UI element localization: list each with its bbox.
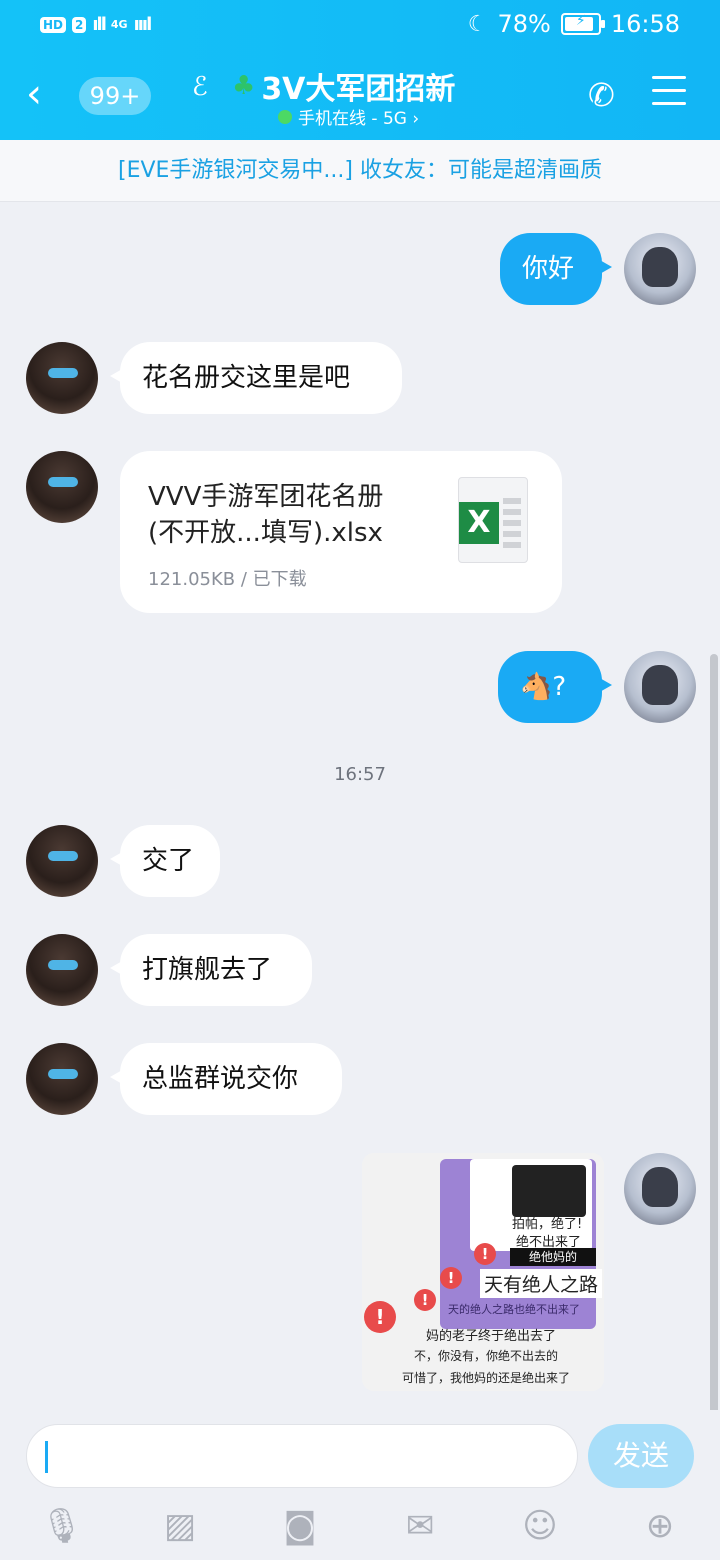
- chat-header: HD 2 ıll 4G ıııl ☾ 78% ⚡ 16:58 ‹ 99+ ℰ ♣…: [0, 0, 720, 140]
- message-list[interactable]: 你好 花名册交这里是吧 VVV手游军团花名册(不开放...填写).xlsx 12…: [0, 202, 720, 1560]
- warning-icon: !: [474, 1243, 496, 1265]
- send-button[interactable]: 发送: [588, 1424, 694, 1488]
- message-bubble[interactable]: 🐴?: [498, 651, 612, 723]
- signal-icon: ıll: [92, 14, 106, 35]
- message-bubble[interactable]: 你好: [500, 233, 612, 305]
- text-caret: [45, 1441, 48, 1473]
- avatar-self[interactable]: [624, 233, 696, 305]
- signal-strength-icon: ıııl: [133, 14, 153, 35]
- sprout-icon: ♣: [232, 71, 256, 101]
- warning-icon: !: [440, 1267, 462, 1289]
- message-input[interactable]: [26, 1424, 578, 1488]
- chat-title: 3V大军团招新: [261, 72, 456, 107]
- online-status-text: 手机在线 - 5G ›: [298, 109, 420, 129]
- emoji-icon[interactable]: ☺: [520, 1506, 560, 1546]
- sim-indicator: 2: [72, 16, 87, 33]
- hd-indicator: HD: [40, 16, 67, 33]
- moon-icon: ☾: [467, 11, 488, 37]
- warning-icon: !: [414, 1289, 436, 1311]
- status-bar: HD 2 ıll 4G ıııl ☾ 78% ⚡ 16:58: [0, 0, 720, 52]
- file-message-card[interactable]: VVV手游军团花名册(不开放...填写).xlsx 121.05KB / 已下载…: [120, 451, 562, 613]
- battery-icon: ⚡: [560, 13, 605, 35]
- camera-icon[interactable]: ◙: [280, 1506, 320, 1546]
- input-area: 发送 🎙 ▨ ◙ ✉ ☺ ⊕: [0, 1410, 720, 1560]
- red-packet-icon[interactable]: ✉: [400, 1506, 440, 1546]
- avatar-other[interactable]: [26, 934, 98, 1006]
- unread-badge[interactable]: 99+: [79, 77, 151, 115]
- message-bubble[interactable]: 花名册交这里是吧: [110, 342, 402, 414]
- microphone-icon[interactable]: 🎙: [40, 1506, 83, 1546]
- image-message[interactable]: 拍帕，绝了! 绝不出来了 绝他妈的 天有绝人之路 天的绝人之路也绝不出来了 妈的…: [362, 1153, 604, 1391]
- online-status[interactable]: 手机在线 - 5G ›: [278, 104, 419, 129]
- message-bubble[interactable]: 交了: [110, 825, 220, 897]
- title-group[interactable]: ♣ 3V大军团招新: [232, 64, 455, 108]
- avatar-self[interactable]: [624, 651, 696, 723]
- avatar-other[interactable]: [26, 342, 98, 414]
- message-timestamp: 16:57: [334, 764, 386, 785]
- file-name: VVV手游军团花名册(不开放...填写).xlsx: [148, 482, 384, 548]
- plus-icon[interactable]: ⊕: [640, 1506, 680, 1546]
- file-meta: 121.05KB / 已下载: [148, 569, 307, 590]
- network-label: 4G: [110, 18, 128, 31]
- avatar-other[interactable]: [26, 825, 98, 897]
- avatar-self[interactable]: [624, 1153, 696, 1225]
- meme-face-image: [512, 1165, 586, 1217]
- excel-file-icon: X: [458, 477, 528, 563]
- menu-icon[interactable]: [652, 76, 686, 115]
- battery-percent: 78%: [497, 10, 551, 38]
- image-icon[interactable]: ▨: [160, 1506, 200, 1546]
- avatar-other[interactable]: [26, 451, 98, 523]
- online-dot-icon: [278, 109, 292, 124]
- nav-bar: ‹ 99+ ℰ ♣ 3V大军团招新 手机在线 - 5G › ✆: [0, 52, 720, 140]
- back-icon[interactable]: ‹: [26, 72, 42, 116]
- clock: 16:58: [610, 10, 680, 38]
- message-bubble[interactable]: 总监群说交你: [110, 1043, 342, 1115]
- message-bubble[interactable]: 打旗舰去了: [110, 934, 312, 1006]
- warning-icon: !: [364, 1301, 396, 1333]
- avatar-other[interactable]: [26, 1043, 98, 1115]
- ear-mode-icon: ℰ: [192, 72, 208, 102]
- phone-icon[interactable]: ✆: [588, 76, 615, 114]
- group-announcement[interactable]: [EVE手游银河交易中...] 收女友：可能是超清画质: [0, 140, 720, 202]
